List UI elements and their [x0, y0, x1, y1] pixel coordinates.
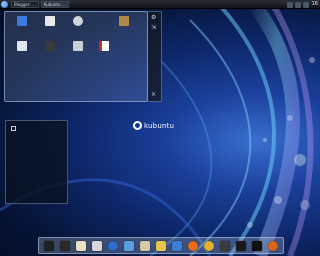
wrench-icon[interactable]: ⚙: [151, 15, 156, 21]
desktop: Blogger: ... Kubuntu ... 16 ⚙ ⇲ × kubunt…: [0, 0, 320, 256]
taskbar: Blogger: ... Kubuntu ...: [11, 1, 69, 8]
battery-icon[interactable]: [302, 1, 309, 8]
globe-icon[interactable]: [108, 240, 118, 251]
network-icon[interactable]: [286, 1, 293, 8]
chrome-icon[interactable]: [204, 240, 214, 251]
kubuntu-logo-icon: [133, 121, 142, 130]
task-kubuntu[interactable]: Kubuntu ...: [40, 1, 69, 8]
desktop-item[interactable]: [89, 41, 119, 52]
desktop-item[interactable]: [109, 16, 139, 27]
resize-icon[interactable]: ⇲: [151, 25, 156, 31]
task-browser[interactable]: Blogger: ...: [11, 1, 39, 8]
dock: [38, 237, 284, 254]
chart-icon[interactable]: [172, 240, 182, 251]
document-icon: [45, 16, 55, 26]
software-icon[interactable]: [124, 240, 134, 251]
clock[interactable]: 16: [312, 1, 318, 8]
editor-icon[interactable]: [92, 240, 102, 251]
firefox-icon[interactable]: [188, 240, 198, 251]
kde-menu-icon[interactable]: [1, 1, 8, 8]
terminal-icon[interactable]: [44, 240, 54, 251]
package-icon: [73, 41, 83, 51]
widget-handle[interactable]: ⚙ ⇲ ×: [148, 11, 162, 102]
folder-view-widget[interactable]: [4, 11, 148, 102]
desktop-item[interactable]: [7, 16, 37, 27]
volume-icon[interactable]: [294, 1, 301, 8]
terminal2-icon[interactable]: [252, 240, 262, 251]
desktop-item[interactable]: [63, 16, 93, 27]
widget-header: [11, 125, 18, 131]
star-icon[interactable]: [156, 240, 166, 251]
media-icon[interactable]: [220, 240, 230, 251]
top-panel: Blogger: ... Kubuntu ... 16: [0, 0, 320, 9]
plasma-widget[interactable]: [5, 120, 68, 204]
files-icon[interactable]: [76, 240, 86, 251]
monitor-icon[interactable]: [60, 240, 70, 251]
folder-icon: [17, 41, 27, 51]
browser-icon[interactable]: [268, 240, 278, 251]
kubuntu-logo: kubuntu: [133, 121, 174, 130]
pdf-icon: [99, 41, 109, 51]
close-icon[interactable]: ×: [151, 92, 156, 98]
video-icon: [45, 41, 55, 51]
system-tray: 16: [286, 1, 318, 8]
desktop-item[interactable]: [35, 41, 65, 52]
kde-icon: [17, 16, 27, 26]
desktop-item[interactable]: [7, 41, 37, 52]
archive-icon: [119, 16, 129, 26]
image-icon[interactable]: [140, 240, 150, 251]
desktop-item[interactable]: [35, 16, 65, 27]
widget-icon: [11, 125, 16, 131]
disc-icon: [73, 16, 83, 26]
music-icon[interactable]: [236, 240, 246, 251]
